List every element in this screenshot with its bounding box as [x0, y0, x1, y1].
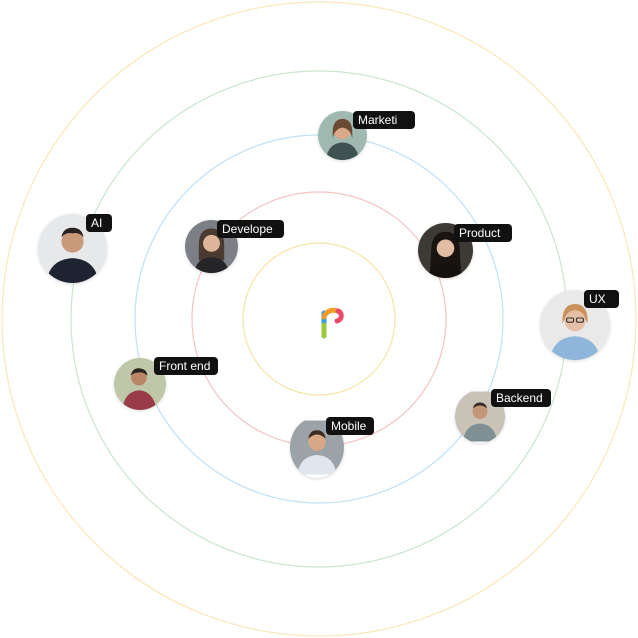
role-label: UX	[584, 290, 619, 308]
r-logo-icon	[318, 305, 346, 339]
role-label: Mobile	[326, 417, 374, 435]
role-label: Product	[454, 224, 512, 242]
role-label: Front end	[154, 357, 218, 375]
role-label: Develope	[217, 220, 284, 238]
role-label: AI	[86, 214, 112, 232]
role-label: Marketi	[353, 111, 415, 129]
role-label: Backend	[491, 389, 551, 407]
